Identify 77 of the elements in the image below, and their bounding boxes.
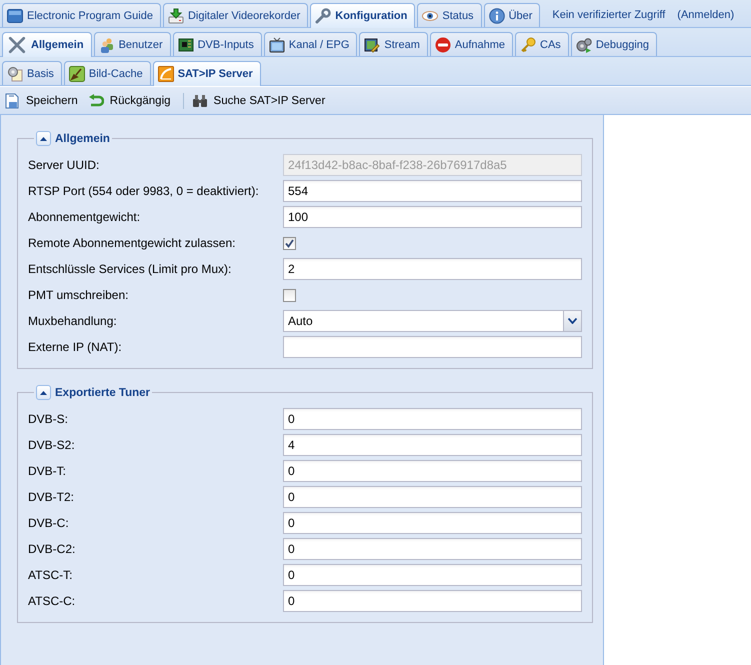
input-field[interactable]: 554 bbox=[283, 180, 582, 202]
access-status-text: Kein verifizierter Zugriff bbox=[552, 8, 666, 20]
key-icon bbox=[520, 36, 536, 52]
field-label: Abonnementgewicht: bbox=[28, 210, 142, 224]
gears-icon bbox=[576, 36, 592, 52]
tab[interactable]: DVB-Inputs bbox=[172, 32, 262, 56]
tab[interactable]: Aufnahme bbox=[430, 32, 514, 56]
input-field[interactable]: 0 bbox=[283, 460, 582, 482]
input-field[interactable]: 0 bbox=[283, 538, 582, 560]
download-icon bbox=[168, 8, 184, 24]
tab[interactable]: Kanal / EPG bbox=[264, 32, 358, 56]
field-label: ATSC-C: bbox=[28, 594, 76, 608]
tab[interactable]: Digitaler Videorekorder bbox=[162, 3, 308, 27]
tab[interactable]: CAs bbox=[515, 32, 569, 56]
field-label: DVB-T: bbox=[28, 464, 68, 478]
field-label: RTSP Port (554 oder 9983, 0 = deaktiviert): bbox=[28, 184, 260, 198]
circuit-board-icon bbox=[178, 36, 194, 52]
input-field[interactable]: 0 bbox=[283, 564, 582, 586]
save-icon bbox=[4, 92, 20, 108]
input-field[interactable]: 0 bbox=[283, 590, 582, 612]
collapse-button[interactable] bbox=[36, 131, 51, 146]
tab[interactable]: SAT>IP Server bbox=[152, 61, 261, 86]
record-icon bbox=[434, 36, 451, 52]
caret-icon bbox=[40, 390, 47, 394]
tab[interactable]: Bild-Cache bbox=[64, 61, 151, 85]
input-field[interactable]: 0 bbox=[283, 512, 582, 534]
select-field[interactable]: Auto bbox=[283, 310, 582, 332]
info-icon bbox=[488, 8, 505, 24]
toolbar-button[interactable]: Speichern bbox=[2, 90, 84, 110]
field-label: Muxbehandlung: bbox=[28, 314, 118, 328]
field-label: DVB-C: bbox=[28, 516, 70, 530]
input-field[interactable]: 4 bbox=[283, 434, 582, 456]
field-label: Server UUID: bbox=[28, 158, 100, 172]
field-label: Externe IP (NAT): bbox=[28, 340, 123, 354]
section-title: Exportierte Tuner bbox=[55, 386, 150, 398]
collapse-button[interactable] bbox=[36, 385, 51, 400]
broom-icon bbox=[68, 66, 85, 82]
settings-icon bbox=[7, 66, 23, 82]
wrench-icon bbox=[315, 8, 332, 24]
field-label: PMT umschreiben: bbox=[28, 288, 130, 302]
tab[interactable]: Basis bbox=[2, 61, 62, 85]
users-icon bbox=[98, 36, 115, 52]
caret-icon bbox=[40, 136, 47, 140]
dish-icon bbox=[158, 66, 174, 82]
field-label: DVB-T2: bbox=[28, 490, 76, 504]
field-label: ATSC-T: bbox=[28, 568, 74, 582]
tab[interactable]: Konfiguration bbox=[310, 3, 416, 28]
login-link[interactable]: (Anmelden) bbox=[677, 8, 734, 20]
guide-icon bbox=[7, 8, 23, 24]
caret-icon bbox=[568, 318, 577, 324]
checkbox[interactable] bbox=[283, 236, 296, 250]
input-field[interactable]: 0 bbox=[283, 408, 582, 430]
tv-icon bbox=[268, 36, 285, 52]
tab[interactable]: Electronic Program Guide bbox=[2, 3, 161, 27]
field-label: Remote Abonnementgewicht zulassen: bbox=[28, 236, 236, 250]
tab[interactable]: Debugging bbox=[570, 32, 658, 56]
section-title: Allgemein bbox=[55, 132, 110, 144]
input-field[interactable]: 0 bbox=[283, 486, 582, 508]
checkbox[interactable] bbox=[283, 288, 296, 302]
input-field[interactable] bbox=[283, 336, 582, 358]
field-label: DVB-S: bbox=[28, 412, 70, 426]
input-field[interactable]: 100 bbox=[283, 206, 582, 228]
field-label: Entschlüssle Services (Limit pro Mux): bbox=[28, 262, 232, 276]
tab[interactable]: Über bbox=[484, 3, 540, 27]
toolbar-button[interactable]: Suche SAT>IP Server bbox=[190, 90, 332, 110]
toolbar-button[interactable]: Rückgängig bbox=[86, 90, 177, 110]
undo-icon bbox=[88, 92, 104, 108]
tab[interactable]: Allgemein bbox=[2, 32, 92, 57]
tab[interactable]: Benutzer bbox=[94, 32, 171, 56]
field-label: DVB-C2: bbox=[28, 542, 76, 556]
input-field[interactable]: 2 bbox=[283, 258, 582, 280]
film-pencil-icon bbox=[364, 36, 380, 52]
tab[interactable]: Status bbox=[417, 3, 482, 27]
tab[interactable]: Stream bbox=[359, 32, 428, 56]
tools-icon bbox=[7, 36, 27, 54]
field-label: DVB-S2: bbox=[28, 438, 76, 452]
binoculars-icon bbox=[192, 92, 208, 108]
